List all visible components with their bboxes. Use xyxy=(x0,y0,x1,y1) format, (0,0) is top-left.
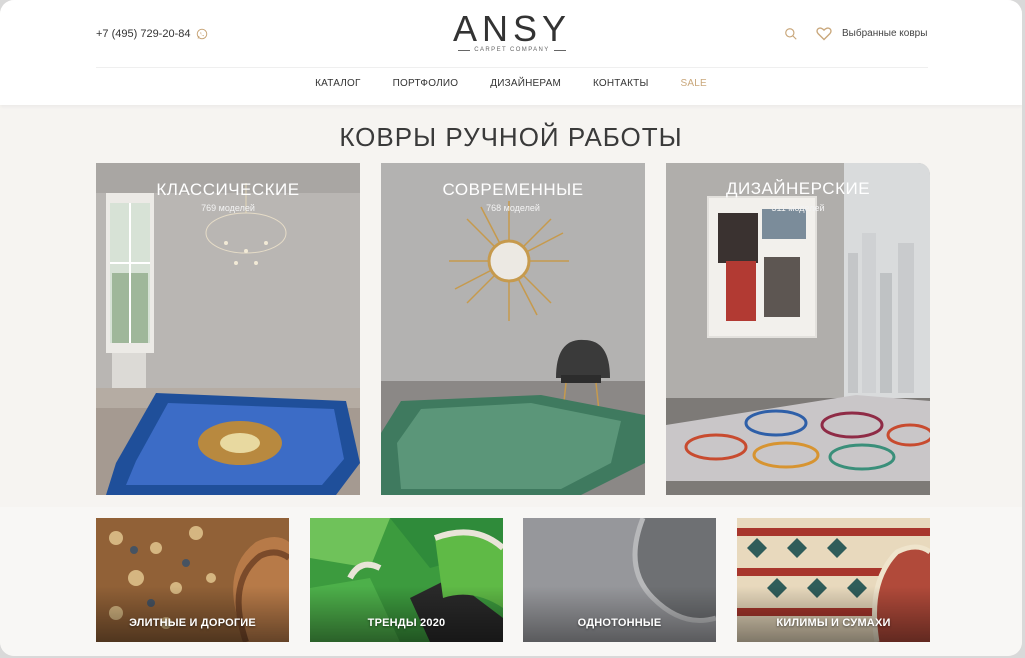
subcategory-card-trends[interactable]: ТРЕНДЫ 2020 xyxy=(310,518,503,642)
nav-portfolio[interactable]: ПОРТФОЛИО xyxy=(393,78,459,89)
section-title: КОВРЫ РУЧНОЙ РАБОТЫ xyxy=(339,122,683,152)
logo[interactable]: ANSY CARPET COMPANY xyxy=(449,8,575,54)
search-icon[interactable] xyxy=(784,27,798,41)
whatsapp-icon[interactable] xyxy=(196,28,208,40)
header-divider xyxy=(96,67,928,68)
category-count: 768 моделей xyxy=(486,203,540,213)
category-title: КЛАССИЧЕСКИЕ xyxy=(156,180,300,199)
subcategory-label: ОДНОТОННЫЕ xyxy=(577,617,662,629)
subcategory-card-plain[interactable]: ОДНОТОННЫЕ xyxy=(523,518,716,642)
nav-sale[interactable]: SALE xyxy=(681,78,707,89)
nav-contacts[interactable]: КОНТАКТЫ xyxy=(593,78,649,89)
category-card-designer[interactable]: ДИЗАЙНЕРСКИЕ 311 моделей xyxy=(666,163,930,495)
subcategory-label: КИЛИМЫ И СУМАХИ xyxy=(776,617,891,629)
category-count: 311 моделей xyxy=(771,203,825,213)
nav-designers[interactable]: ДИЗАЙНЕРАМ xyxy=(490,78,561,89)
main-nav: КАТАЛОГ ПОРТФОЛИО ДИЗАЙНЕРАМ КОНТАКТЫ SA… xyxy=(0,78,1022,89)
category-card-modern[interactable]: СОВРЕМЕННЫЕ 768 моделей xyxy=(381,163,645,495)
logo-dash-left xyxy=(458,49,471,51)
logo-tagline: CARPET COMPANY xyxy=(474,47,550,53)
subcategory-label: ЭЛИТНЫЕ И ДОРОГИЕ xyxy=(129,617,256,629)
nav-catalog[interactable]: КАТАЛОГ xyxy=(315,78,361,89)
logo-dash-right xyxy=(553,49,566,51)
subcategory-card-kilim[interactable]: КИЛИМЫ И СУМАХИ xyxy=(737,518,930,642)
heart-icon[interactable] xyxy=(816,26,832,41)
phone-block[interactable]: +7 (495) 729-20-84 xyxy=(96,28,208,40)
page-frame: +7 (495) 729-20-84 ANSY CARPET COMPANY В… xyxy=(0,0,1022,656)
favorites-link[interactable]: Выбранные ковры xyxy=(842,28,927,39)
logo-text: ANSY xyxy=(452,8,572,49)
subcategory-label: ТРЕНДЫ 2020 xyxy=(367,617,446,629)
category-count: 769 моделей xyxy=(201,203,255,213)
category-title: СОВРЕМЕННЫЕ xyxy=(442,180,584,199)
category-title: ДИЗАЙНЕРСКИЕ xyxy=(725,179,871,198)
phone-number[interactable]: +7 (495) 729-20-84 xyxy=(96,28,190,40)
category-card-classic[interactable]: КЛАССИЧЕСКИЕ 769 моделей xyxy=(96,163,360,495)
site-header: +7 (495) 729-20-84 ANSY CARPET COMPANY В… xyxy=(0,0,1022,105)
subcategory-card-elite[interactable]: ЭЛИТНЫЕ И ДОРОГИЕ xyxy=(96,518,289,642)
